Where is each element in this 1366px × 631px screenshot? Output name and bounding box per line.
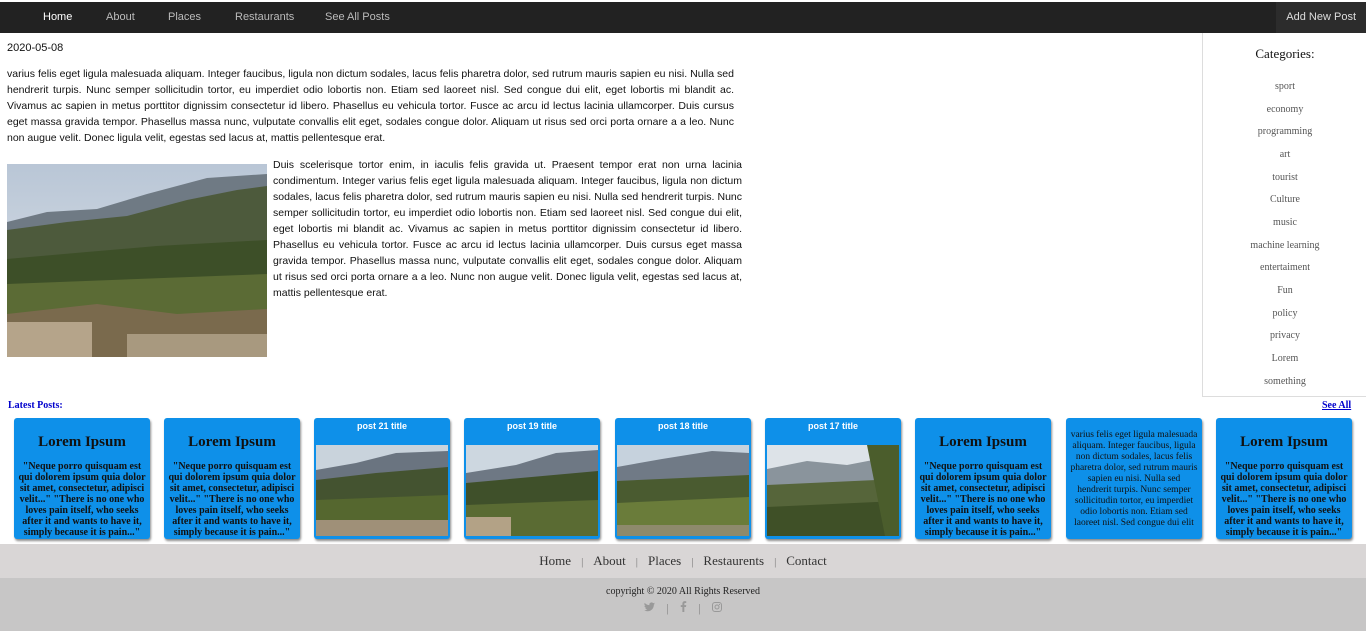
landscape-thumbnail	[316, 445, 448, 536]
card-thumbnail	[316, 445, 448, 536]
facebook-icon[interactable]	[680, 601, 690, 615]
post-card[interactable]: post 19 title	[464, 418, 600, 539]
separator: |	[666, 603, 669, 615]
categories-sidebar: Categories: sport economy programming ar…	[1202, 33, 1366, 397]
post-date: 2020-05-08	[7, 42, 64, 54]
post-paragraph-2: Duis scelerisque tortor enim, in iaculis…	[273, 159, 742, 299]
card-title: post 21 title	[356, 421, 407, 431]
footer-nav: Home | About | Places | Restaurents | Contact	[0, 544, 1366, 578]
category-link[interactable]: economy	[1203, 104, 1366, 115]
card-excerpt: "Neque porro quisquam est qui dolorem ip…	[168, 461, 296, 538]
card-thumbnail	[466, 445, 598, 536]
category-link[interactable]: programming	[1203, 126, 1366, 137]
footer-restaurents-link[interactable]: Restaurents	[703, 553, 764, 568]
nav-see-all-posts-link[interactable]: See All Posts	[325, 2, 390, 33]
category-link[interactable]: policy	[1203, 308, 1366, 319]
copyright-text: copyright © 2020 All Rights Reserved	[606, 586, 760, 597]
add-new-post-link[interactable]: Add New Post	[1276, 2, 1366, 33]
category-link[interactable]: sport	[1203, 81, 1366, 92]
post-card[interactable]: varius felis eget ligula malesuada aliqu…	[1066, 418, 1202, 539]
latest-posts-label: Latest Posts:	[8, 400, 63, 411]
post-card[interactable]: post 17 title	[765, 418, 901, 539]
category-link[interactable]: music	[1203, 217, 1366, 228]
footer-contact-link[interactable]: Contact	[786, 553, 826, 568]
separator: |	[698, 603, 701, 615]
card-title: Lorem Ipsum	[939, 434, 1027, 450]
nav-about-link[interactable]: About	[106, 2, 135, 33]
landscape-thumbnail	[767, 445, 899, 536]
separator: |	[774, 556, 777, 568]
instagram-icon[interactable]	[711, 602, 722, 615]
category-link[interactable]: tourist	[1203, 172, 1366, 183]
category-link[interactable]: machine learning	[1203, 240, 1366, 251]
post-card[interactable]: Lorem Ipsum "Neque porro quisquam est qu…	[14, 418, 150, 539]
footer-links: Home | About | Places | Restaurents | Contact	[0, 553, 1366, 569]
nav-restaurants-link[interactable]: Restaurants	[235, 2, 294, 33]
landscape-thumbnail	[617, 445, 749, 536]
card-thumbnail	[767, 445, 899, 536]
footer-home-link[interactable]: Home	[539, 553, 571, 568]
card-excerpt: "Neque porro quisquam est qui dolorem ip…	[919, 461, 1047, 538]
card-title: post 18 title	[657, 421, 708, 431]
separator: |	[691, 556, 694, 568]
post-card[interactable]: Lorem Ipsum "Neque porro quisquam est qu…	[164, 418, 300, 539]
category-link[interactable]: Lorem	[1203, 353, 1366, 364]
category-link[interactable]: Culture	[1203, 194, 1366, 205]
category-link[interactable]: art	[1203, 149, 1366, 160]
see-all-link[interactable]: See All	[1322, 400, 1351, 411]
card-title: post 17 title	[807, 421, 858, 431]
post-card[interactable]: post 18 title	[615, 418, 751, 539]
card-excerpt: varius felis eget ligula malesuada aliqu…	[1070, 430, 1198, 528]
card-title: Lorem Ipsum	[188, 434, 276, 450]
top-navbar: Home About Places Restaurants See All Po…	[0, 2, 1366, 33]
post-card[interactable]: Lorem Ipsum "Neque porro quisquam est qu…	[1216, 418, 1352, 539]
category-link[interactable]: entertaiment	[1203, 262, 1366, 273]
footer-bottom: copyright © 2020 All Rights Reserved | |	[0, 578, 1366, 631]
nav-home-link[interactable]: Home	[43, 2, 72, 33]
categories-title: Categories:	[1255, 46, 1315, 61]
post-card[interactable]: post 21 title	[314, 418, 450, 539]
post-paragraph-1: varius felis eget ligula malesuada aliqu…	[7, 68, 734, 144]
card-title: Lorem Ipsum	[1240, 434, 1328, 450]
card-title: post 19 title	[506, 421, 557, 431]
category-link[interactable]: privacy	[1203, 330, 1366, 341]
post-main-image	[7, 164, 267, 357]
footer-about-link[interactable]: About	[593, 553, 626, 568]
separator: |	[635, 556, 638, 568]
landscape-photo	[7, 164, 267, 357]
card-thumbnail	[617, 445, 749, 536]
separator: |	[581, 556, 584, 568]
post-card[interactable]: Lorem Ipsum "Neque porro quisquam est qu…	[915, 418, 1051, 539]
nav-places-link[interactable]: Places	[168, 2, 201, 33]
card-excerpt: "Neque porro quisquam est qui dolorem ip…	[1220, 461, 1348, 538]
footer-places-link[interactable]: Places	[648, 553, 681, 568]
category-link[interactable]: something	[1203, 376, 1366, 387]
twitter-icon[interactable]	[644, 602, 658, 615]
category-link[interactable]: Fun	[1203, 285, 1366, 296]
card-title: Lorem Ipsum	[38, 434, 126, 450]
landscape-thumbnail	[466, 445, 598, 536]
card-excerpt: "Neque porro quisquam est qui dolorem ip…	[18, 461, 146, 538]
social-links: | |	[0, 601, 1366, 615]
